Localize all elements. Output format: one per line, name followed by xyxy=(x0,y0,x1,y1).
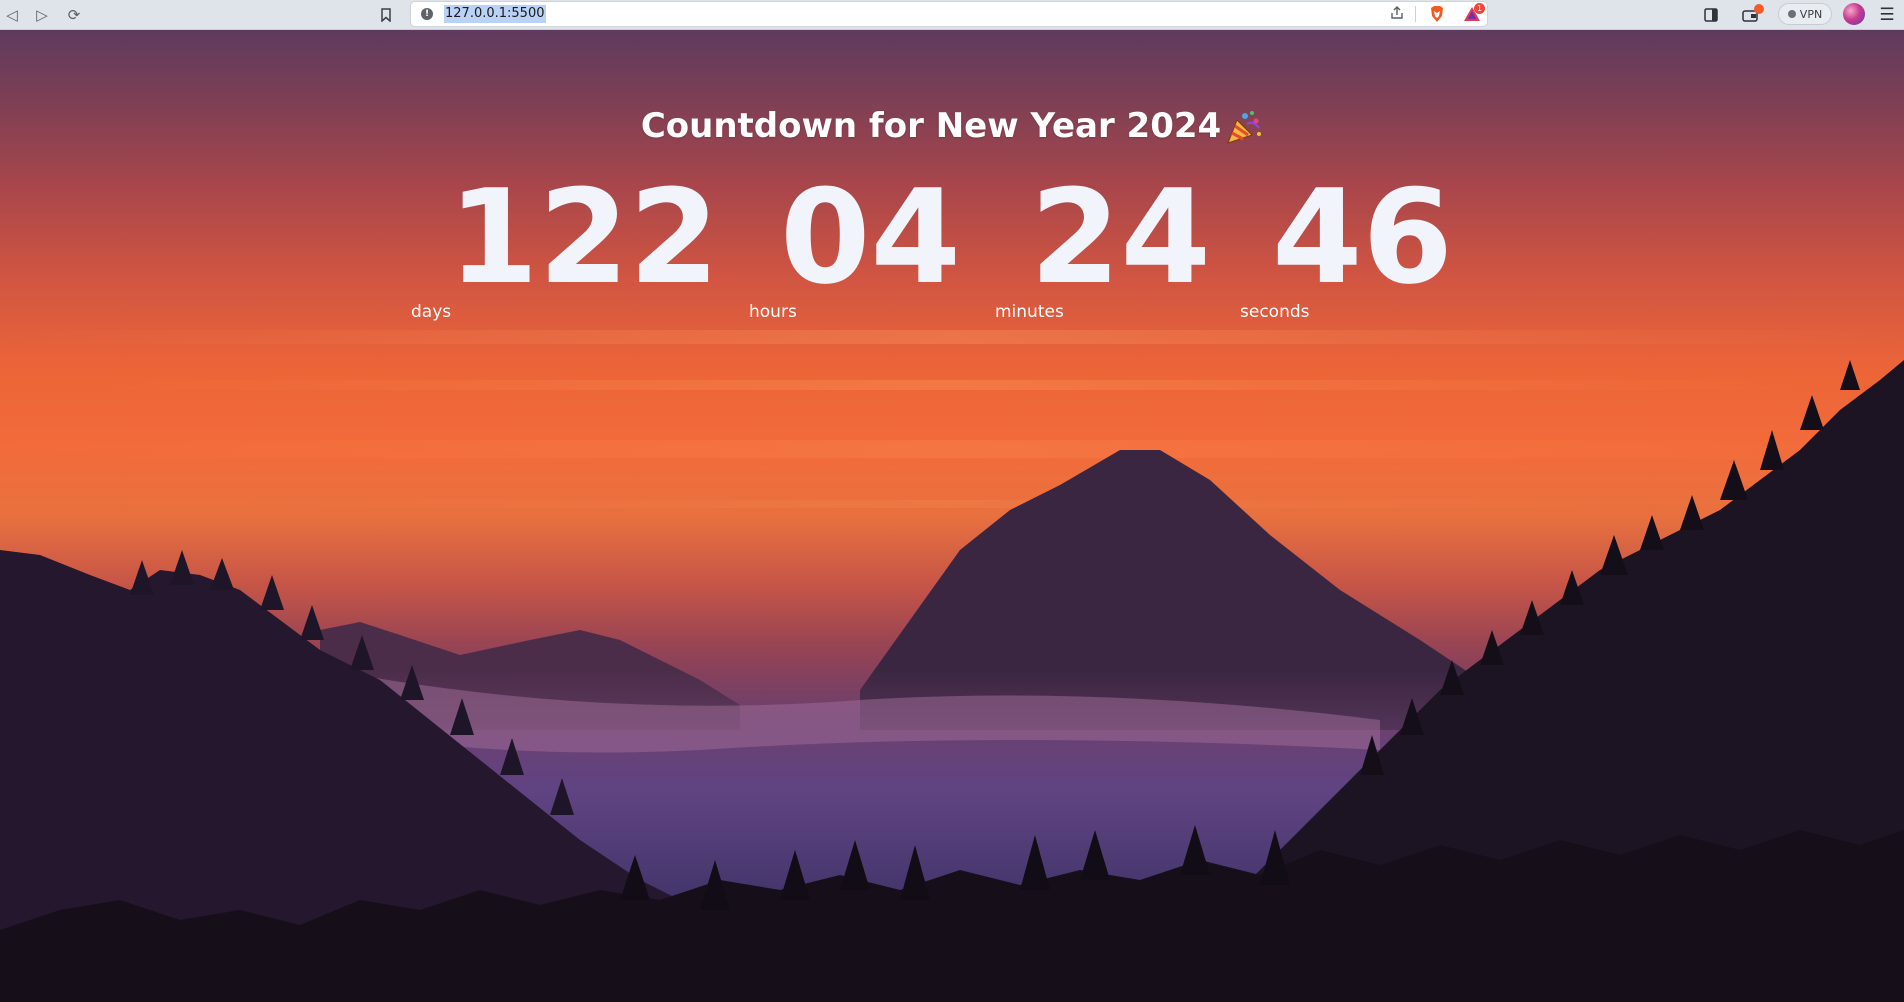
rewards-badge: 1 xyxy=(1474,3,1485,14)
reload-icon[interactable]: ⟳ xyxy=(63,0,85,30)
vpn-button[interactable]: VPN xyxy=(1778,3,1832,25)
seconds-label: seconds xyxy=(1240,302,1310,322)
hours-value: 04 xyxy=(780,161,961,313)
back-icon[interactable]: ◁ xyxy=(2,0,22,30)
vpn-status-icon xyxy=(1787,10,1796,18)
page-title: Countdown for New Year 2024 xyxy=(0,106,1904,146)
minutes-value: 24 xyxy=(1030,161,1211,313)
days-value: 122 xyxy=(448,161,720,313)
page-background: Countdown for New Year 2024 122 days 04 … xyxy=(0,30,1904,1002)
vpn-label: VPN xyxy=(1799,7,1823,21)
menu-icon[interactable]: ☰ xyxy=(1876,0,1898,30)
site-info-icon[interactable]: ! xyxy=(421,8,433,20)
wallet-badge xyxy=(1754,4,1764,14)
hours-label: hours xyxy=(749,302,797,322)
days-label: days xyxy=(411,302,452,322)
forward-icon[interactable]: ▷ xyxy=(32,0,52,30)
share-icon[interactable] xyxy=(1389,5,1405,25)
page-title-text: Countdown for New Year 2024 xyxy=(640,106,1222,146)
url-divider xyxy=(1415,6,1416,22)
seconds-value: 46 xyxy=(1272,161,1453,313)
url-text[interactable]: 127.0.0.1:5500 xyxy=(444,5,546,23)
profile-avatar[interactable] xyxy=(1843,3,1865,25)
minutes-label: minutes xyxy=(995,302,1064,322)
bookmark-icon[interactable] xyxy=(376,0,396,30)
sidebar-icon[interactable] xyxy=(1700,0,1722,30)
brave-shields-icon[interactable] xyxy=(1429,5,1445,23)
party-popper-icon xyxy=(1227,110,1262,144)
browser-toolbar: ◁ ▷ ⟳ ! 127.0.0.1:5500 1 VPN ☰ xyxy=(0,0,1904,30)
address-bar[interactable]: ! 127.0.0.1:5500 1 xyxy=(410,1,1488,27)
